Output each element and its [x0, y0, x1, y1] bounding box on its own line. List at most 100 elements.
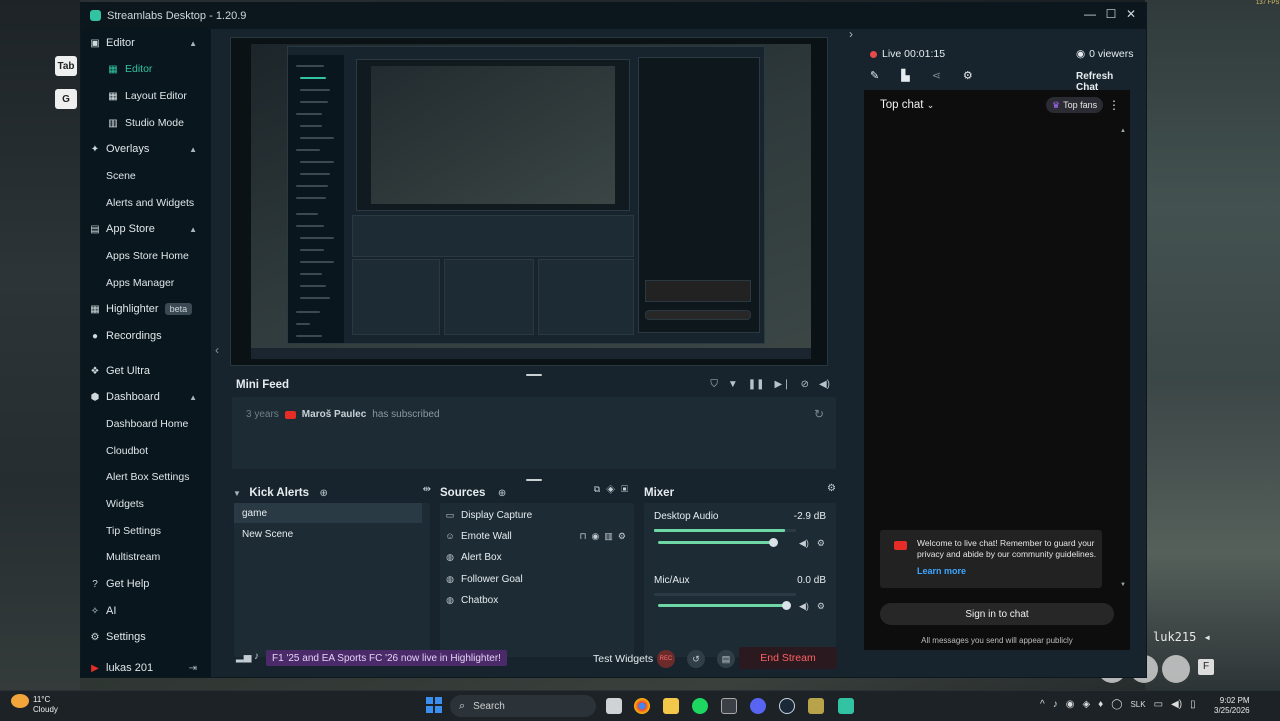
sidebar-item-settings[interactable]: ⚙ Settings — [89, 626, 205, 648]
skip-icon[interactable]: ▶❘ — [775, 379, 791, 390]
microphone-icon[interactable]: ♦ — [1098, 699, 1103, 710]
source-tools-icons[interactable]: ⧉◈▣ — [594, 484, 634, 495]
scene-item-game[interactable]: game — [234, 503, 422, 523]
gear-icon[interactable]: ⚙ — [963, 69, 973, 82]
sidebar-subitem-alerts-widgets[interactable]: Alerts and Widgets — [106, 192, 194, 214]
battery-icon[interactable]: ▯ — [1190, 699, 1196, 710]
network-icon[interactable]: ▭ — [1154, 699, 1163, 710]
sidebar-item-get-help[interactable]: ? Get Help — [89, 573, 205, 595]
scene-transitions-icon[interactable]: ⇹ — [423, 484, 431, 495]
source-item-alert-box[interactable]: ◍ Alert Box — [444, 547, 630, 567]
scene-item-new-scene[interactable]: New Scene — [234, 524, 422, 544]
discord-icon[interactable] — [750, 698, 766, 714]
sidebar-item-editor[interactable]: ▣ Editor ▲ — [89, 32, 205, 54]
lock-icon[interactable]: ⊓ — [580, 531, 587, 542]
top-chat-dropdown[interactable]: Top chat ⌄ — [880, 99, 934, 111]
repeat-alert-icon[interactable]: ↻ — [814, 407, 824, 421]
tray-app-icon[interactable]: ◈ — [1082, 699, 1090, 710]
language-indicator[interactable]: SLK — [1130, 700, 1145, 710]
chevron-up-icon[interactable]: ^ — [1040, 699, 1045, 710]
taskbar-clock[interactable]: 9:02 PM 3/25/2026 — [1214, 696, 1250, 716]
sign-in-chat-button[interactable]: Sign in to chat — [880, 603, 1114, 625]
volume-icon[interactable]: ◀) — [799, 601, 809, 612]
steam-icon[interactable] — [779, 698, 795, 714]
gear-icon[interactable]: ⚙ — [827, 483, 836, 494]
collapse-chat-icon[interactable]: › — [849, 27, 853, 41]
pause-icon[interactable]: ❚❚ — [748, 379, 765, 390]
scroll-up-icon[interactable]: ▲ — [1120, 128, 1126, 134]
sidebar-subitem-apps-manager[interactable]: Apps Manager — [106, 272, 174, 294]
volume-slider-knob[interactable] — [769, 538, 778, 547]
sidebar-item-overlays[interactable]: ✦ Overlays ▲ — [89, 138, 205, 160]
eye-icon[interactable]: ◉ — [592, 531, 600, 542]
volume-slider-knob[interactable] — [782, 601, 791, 610]
trash-icon[interactable]: ▥ — [604, 531, 613, 542]
start-button[interactable] — [426, 697, 442, 713]
volume-slider[interactable] — [658, 604, 786, 607]
more-options-icon[interactable]: ⋮ — [1108, 98, 1120, 112]
add-source-icon[interactable]: ⊕ — [498, 488, 506, 499]
test-widgets-button[interactable]: Test Widgets — [593, 653, 653, 665]
chrome-icon[interactable] — [634, 698, 650, 714]
feed-event-row[interactable]: 3 years Maroš Paulec has subscribed — [246, 409, 440, 420]
filter-icon[interactable]: ▼ — [728, 379, 738, 390]
sidebar-subitem-cloudbot[interactable]: Cloudbot — [106, 440, 148, 462]
sidebar-item-get-ultra[interactable]: ❖ Get Ultra — [89, 360, 205, 382]
highlighter-notification[interactable]: F1 '25 and EA Sports FC '26 now live in … — [266, 650, 507, 666]
sidebar-subitem-scene[interactable]: Scene — [106, 165, 136, 187]
sidebar-subitem-widgets[interactable]: Widgets — [106, 493, 144, 515]
sidebar-subitem-layout-editor[interactable]: ▦ Layout Editor — [107, 85, 187, 107]
source-item-follower-goal[interactable]: ◍ Follower Goal — [444, 569, 630, 589]
minimize-button[interactable]: — — [1081, 7, 1099, 21]
sidebar-subitem-dashboard-home[interactable]: Dashboard Home — [106, 413, 188, 435]
spotify-icon[interactable] — [692, 698, 708, 714]
learn-more-link[interactable]: Learn more — [917, 566, 966, 576]
source-item-chatbox[interactable]: ◍ Chatbox — [444, 590, 630, 610]
taskbar-search[interactable]: ⌕ Search — [450, 695, 596, 717]
volume-slider[interactable] — [658, 541, 773, 544]
stream-preview[interactable] — [230, 37, 828, 366]
top-fans-button[interactable]: ♛ Top fans — [1046, 97, 1104, 113]
weather-icon[interactable] — [11, 694, 29, 708]
volume-icon[interactable]: ◀) — [819, 379, 830, 390]
bell-icon[interactable]: ♪ — [254, 651, 259, 662]
source-item-display-capture[interactable]: ▭ Display Capture — [444, 505, 630, 525]
volume-icon[interactable]: ◀) — [799, 538, 809, 549]
unity-icon[interactable] — [721, 698, 737, 714]
sidebar-subitem-alert-box-settings[interactable]: Alert Box Settings — [106, 466, 189, 488]
audio-tray-icon[interactable]: ♪ — [1053, 699, 1058, 710]
tray-app-icon[interactable]: ◯ — [1111, 699, 1122, 710]
sidebar-subitem-tip-settings[interactable]: Tip Settings — [106, 520, 161, 542]
performance-icon[interactable]: ▂▅ — [236, 652, 251, 663]
sidebar-user[interactable]: ▶ lukas 201 ⇥ — [89, 657, 205, 679]
share-icon[interactable]: ⋖ — [932, 69, 941, 82]
schedule-icon[interactable]: ▤ — [717, 650, 735, 668]
scenes-title[interactable]: Kick Alerts — [249, 487, 309, 499]
end-stream-button[interactable]: End Stream — [739, 647, 837, 669]
sidebar-item-ai[interactable]: ✧ AI — [89, 600, 205, 622]
game-icon[interactable] — [808, 698, 824, 714]
mute-alerts-icon[interactable]: ⊘ — [801, 379, 809, 390]
gear-icon[interactable]: ⚙ — [817, 538, 825, 549]
sidebar-subitem-studio-mode[interactable]: ▥ Studio Mode — [107, 112, 184, 134]
dashboard-icon[interactable]: ▙ — [901, 69, 909, 82]
source-item-emote-wall[interactable]: ☺ Emote Wall ⊓ ◉ ▥ ⚙ — [444, 526, 630, 546]
sidebar-subitem-editor[interactable]: ▦ Editor — [107, 58, 152, 80]
shield-icon[interactable]: ⛉ — [710, 379, 718, 390]
close-button[interactable]: ✕ — [1122, 7, 1140, 21]
sidebar-item-recordings[interactable]: ● Recordings — [89, 325, 205, 347]
weather-widget[interactable]: 11°C Cloudy — [33, 695, 58, 715]
maximize-button[interactable]: ☐ — [1102, 7, 1120, 21]
sidebar-item-highlighter[interactable]: ▦ Highlighter beta — [89, 298, 205, 320]
tray-app-icon[interactable]: ◉ — [1066, 699, 1075, 710]
scroll-down-icon[interactable]: ▼ — [1120, 582, 1126, 588]
sidebar-subitem-apps-store-home[interactable]: Apps Store Home — [106, 245, 189, 267]
resize-handle[interactable] — [526, 479, 542, 481]
speaker-icon[interactable]: ◀) — [1171, 699, 1182, 710]
sidebar-item-app-store[interactable]: ▤ App Store ▲ — [89, 218, 205, 240]
add-scene-collection-icon[interactable]: ⊕ — [319, 488, 327, 499]
task-view-icon[interactable] — [606, 698, 622, 714]
record-button[interactable]: REC — [657, 650, 675, 668]
edit-stream-icon[interactable]: ✎ — [870, 69, 879, 82]
chevron-down-icon[interactable]: ▼ — [233, 489, 241, 498]
